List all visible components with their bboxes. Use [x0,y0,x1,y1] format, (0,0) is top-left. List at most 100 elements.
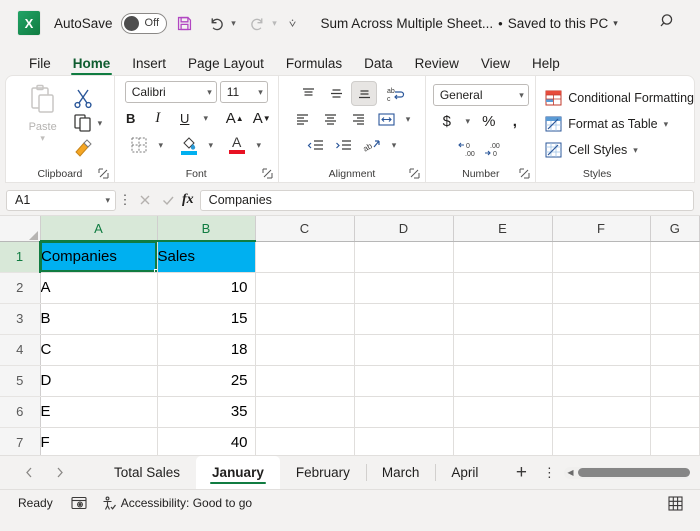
increase-indent-button[interactable] [331,133,357,158]
alignment-dialog-launcher-icon[interactable] [409,168,420,179]
row-header-3[interactable]: 3 [0,303,40,334]
previous-sheet-icon[interactable] [14,461,44,485]
column-header-b[interactable]: B [157,216,255,241]
font-size-box[interactable]: 11 ▾ [220,81,268,103]
font-color-chevron-down-icon[interactable]: ▾ [252,133,266,157]
cell-d3[interactable] [354,303,453,334]
font-color-button[interactable]: A [225,133,249,157]
record-macro-icon[interactable] [71,496,87,510]
paste-chevron-down-icon[interactable]: ▾ [40,133,45,144]
cell-e5[interactable] [453,365,552,396]
cell-a6[interactable]: E [40,396,157,427]
align-middle-button[interactable] [323,81,349,106]
cell-d1[interactable] [354,241,453,272]
ribbon-tab-formulas[interactable]: Formulas [275,54,353,76]
paste-button[interactable]: Paste ▾ [18,84,68,160]
cell-f5[interactable] [552,365,650,396]
row-header-6[interactable]: 6 [0,396,40,427]
align-center-button[interactable] [317,107,343,132]
row-header-1[interactable]: 1 [0,241,40,272]
column-header-f[interactable]: F [552,216,650,241]
cell-g5[interactable] [650,365,700,396]
cell-a3[interactable]: B [40,303,157,334]
cancel-icon[interactable] [136,191,154,209]
ribbon-tab-data[interactable]: Data [353,54,404,76]
fill-color-chevron-down-icon[interactable]: ▾ [204,133,218,157]
copy-button[interactable]: ▾ [72,111,103,135]
normal-view-icon[interactable] [664,493,686,513]
format-painter-button[interactable] [72,136,103,160]
align-bottom-button[interactable] [351,81,377,106]
select-all-corner[interactable] [0,216,40,241]
cell-e3[interactable] [453,303,552,334]
sheet-tab-january[interactable]: January [196,456,280,489]
align-left-button[interactable] [289,107,315,132]
cell-e4[interactable] [453,334,552,365]
cell-d6[interactable] [354,396,453,427]
cell-b7[interactable]: 40 [157,427,255,455]
cell-b1[interactable]: Sales [157,241,255,272]
redo-icon[interactable] [244,9,272,37]
font-name-box[interactable]: Calibri ▾ [125,81,217,103]
percent-style-button[interactable]: % [477,109,501,134]
cell-c3[interactable] [255,303,354,334]
cell-c7[interactable] [255,427,354,455]
number-format-chevron-down-icon[interactable]: ▾ [519,90,524,101]
cell-f4[interactable] [552,334,650,365]
format-as-table-chevron-down-icon[interactable]: ▾ [664,119,669,130]
column-header-a[interactable]: A [40,216,157,241]
sheet-tab-february[interactable]: February [280,456,366,489]
merge-and-center-button[interactable] [373,107,399,132]
cell-g4[interactable] [650,334,700,365]
merge-chevron-down-icon[interactable]: ▾ [401,107,415,132]
cell-e2[interactable] [453,272,552,303]
column-header-c[interactable]: C [255,216,354,241]
cell-e7[interactable] [453,427,552,455]
cut-button[interactable] [72,86,103,110]
cell-f6[interactable] [552,396,650,427]
column-header-g[interactable]: G [650,216,700,241]
undo-dropdown-icon[interactable]: ▾ [228,9,240,37]
cell-g7[interactable] [650,427,700,455]
cell-a7[interactable]: F [40,427,157,455]
borders-chevron-down-icon[interactable]: ▾ [154,133,168,157]
currency-chevron-down-icon[interactable]: ▾ [461,109,475,134]
ribbon-tab-home[interactable]: Home [62,54,122,76]
decrease-indent-button[interactable] [303,133,329,158]
cell-g1[interactable] [650,241,700,272]
ribbon-tab-page-layout[interactable]: Page Layout [177,54,275,76]
align-top-button[interactable] [295,81,321,106]
currency-button[interactable]: $ [435,109,459,134]
ribbon-tab-help[interactable]: Help [521,54,571,76]
decrease-font-size-button[interactable]: A▼ [250,106,274,130]
row-header-2[interactable]: 2 [0,272,40,303]
horizontal-scrollbar[interactable]: ◀ [564,467,690,479]
number-format-box[interactable]: General ▾ [433,84,529,106]
text-orientation-button[interactable]: ab [359,133,385,158]
font-size-chevron-down-icon[interactable]: ▾ [258,87,263,98]
cell-e6[interactable] [453,396,552,427]
cell-c1[interactable] [255,241,354,272]
column-header-d[interactable]: D [354,216,453,241]
cell-a1[interactable]: Companies [40,241,157,272]
format-as-table-button[interactable]: Format as Table ▾ [545,111,694,137]
font-name-chevron-down-icon[interactable]: ▾ [207,87,212,98]
cell-b4[interactable]: 18 [157,334,255,365]
cell-styles-button[interactable]: Cell Styles ▾ [545,137,694,163]
search-icon[interactable] [658,11,682,35]
autosave-toggle[interactable]: Off [121,13,167,34]
clipboard-dialog-launcher-icon[interactable] [98,168,109,179]
cell-f1[interactable] [552,241,650,272]
fill-color-button[interactable] [177,133,201,157]
cell-a2[interactable]: A [40,272,157,303]
italic-button[interactable]: I [146,106,170,130]
cell-c6[interactable] [255,396,354,427]
save-status-chevron-down-icon[interactable]: ▾ [613,18,618,29]
decrease-decimal-button[interactable]: .00 0 [482,136,506,161]
cell-d2[interactable] [354,272,453,303]
cell-g2[interactable] [650,272,700,303]
cell-f7[interactable] [552,427,650,455]
column-header-e[interactable]: E [453,216,552,241]
cell-f3[interactable] [552,303,650,334]
cell-d4[interactable] [354,334,453,365]
